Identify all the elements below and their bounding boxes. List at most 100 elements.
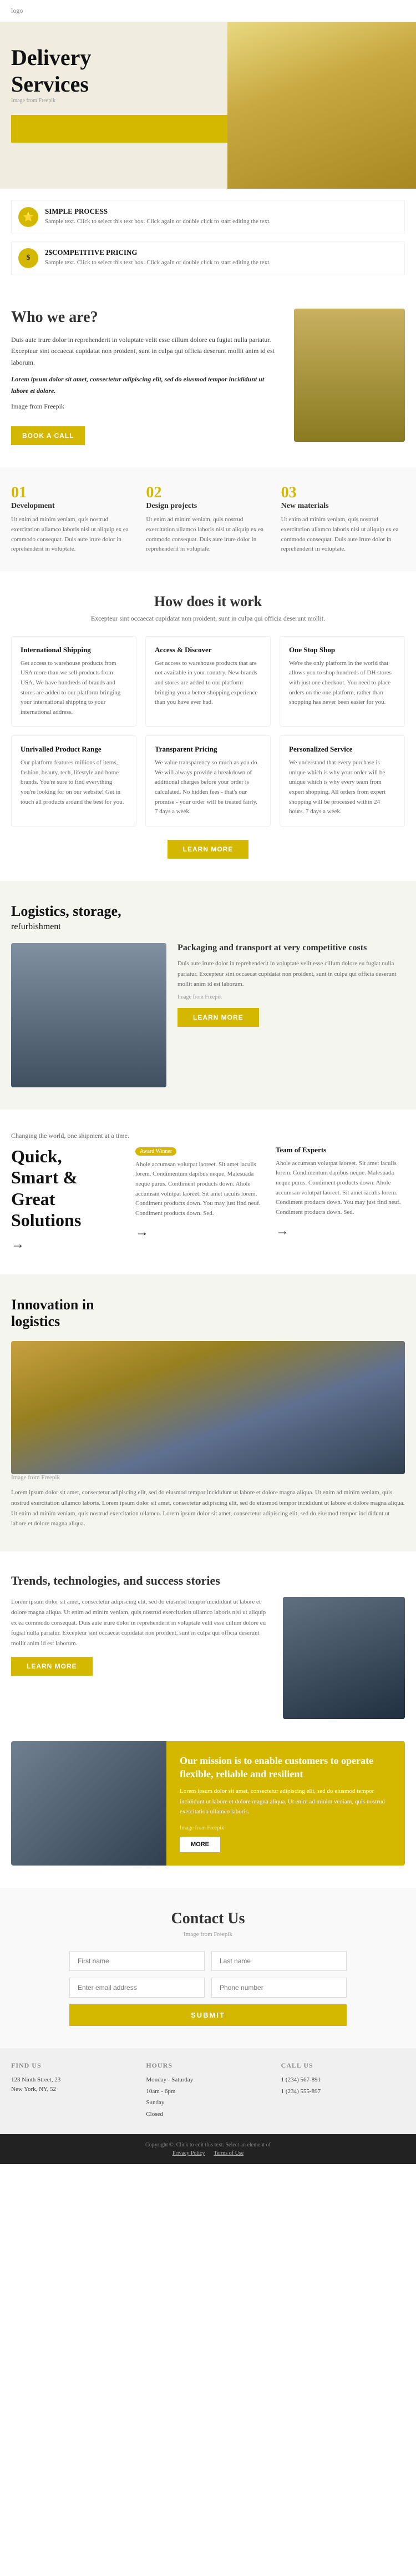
mission-section: Our mission is to enable customers to op… [0, 1741, 416, 1888]
step-title-1: Development [11, 502, 135, 511]
find-us-address: 123 Ninth Street, 23 New York, NY, 52 [11, 2075, 135, 2094]
feature-title-1: SIMPLE PROCESS [45, 207, 271, 216]
phone-1: 1 (234) 567-891 [281, 2075, 405, 2085]
features-panel: ⭐ SIMPLE PROCESS Sample text. Click to s… [0, 189, 416, 286]
privacy-policy-link[interactable]: Privacy Policy [173, 2150, 205, 2156]
logistics-image [11, 943, 166, 1087]
footer: Copyright ©. Click to edit this text. Se… [0, 2134, 416, 2164]
who-section: Who we are? Duis aute irure dolor in rep… [0, 286, 416, 467]
feature-desc-1: Sample text. Click to select this text b… [45, 218, 271, 225]
step-title-3: New materials [281, 502, 405, 511]
mission-content: Our mission is to enable customers to op… [166, 1741, 405, 1866]
submit-button[interactable]: SUBMIT [69, 2004, 347, 2026]
mission-title: Our mission is to enable customers to op… [180, 1755, 392, 1781]
contact-form: SUBMIT [69, 1951, 347, 2026]
simple-process-icon: ⭐ [18, 207, 38, 227]
footer-links: Privacy Policy Terms of Use [11, 2150, 405, 2156]
copyright-text: Copyright ©. Click to edit this text. Se… [11, 2142, 405, 2148]
email-input[interactable] [69, 1978, 205, 1998]
mission-credit: Image from Freepik [180, 1825, 392, 1831]
contact-sub: Image from Freepik [11, 1931, 405, 1938]
innovation-credit: Image from Freepik [11, 1474, 405, 1481]
changing-right: Award Winner Ahole accumsan volutpat lao… [135, 1146, 405, 1241]
logistics-image-credit: Image from Freepik [177, 994, 405, 1000]
logistics-learn-more-button[interactable]: LEARN MORE [177, 1008, 259, 1027]
how-card-title-5: Personalized Service [289, 745, 395, 754]
how-card-desc-5: We understand that every purchase is uni… [289, 758, 395, 817]
feature-title-2: 2$COMPETITIVE PRICING [45, 248, 271, 257]
step-desc-2: Ut enim ad minim veniam, quis nostrud ex… [146, 515, 270, 554]
footer-columns: FIND US 123 Ninth Street, 23 New York, N… [11, 2061, 405, 2121]
changing-col-award: Award Winner Ahole accumsan volutpat lao… [135, 1146, 265, 1241]
find-us-title: FIND US [11, 2061, 135, 2070]
step-num-3: 03 [281, 484, 405, 502]
footer-find-us: FIND US 123 Ninth Street, 23 New York, N… [11, 2061, 135, 2121]
call-title: CALL US [281, 2061, 405, 2070]
last-name-input[interactable] [211, 1951, 347, 1971]
trends-learn-more-button[interactable]: LEARN MORE [11, 1657, 93, 1676]
learn-more-button[interactable]: LEARN MORE [168, 840, 249, 859]
changing-col-desc-1: Ahole accumsan volutpat laoreet. Sit ame… [135, 1160, 265, 1219]
who-highlight: Lorem ipsum dolor sit amet, consectetur … [11, 374, 281, 396]
big-text-2: Smart & [11, 1167, 122, 1188]
arrow-icon-left: → [11, 1237, 122, 1252]
how-card-1: Access & Discover Get access to warehous… [145, 636, 271, 727]
step-3: 03 New materials Ut enim ad minim veniam… [281, 484, 405, 554]
how-card-0: International Shipping Get access to war… [11, 636, 136, 727]
how-card-desc-3: Our platform features millions of items,… [21, 758, 127, 807]
how-btn-wrap: LEARN MORE [11, 840, 405, 859]
steps-section: 01 Development Ut enim ad minim veniam, … [0, 467, 416, 571]
hours-days: Monday - Saturday [146, 2075, 270, 2085]
how-title: How does it work [11, 593, 405, 610]
who-image-inner [294, 309, 405, 442]
big-text-3: Great [11, 1188, 122, 1209]
trends-section: Trends, technologies, and success storie… [0, 1551, 416, 1741]
logistics-subtitle: refurbishment [11, 922, 405, 932]
phone-2: 1 (234) 555-897 [281, 2087, 405, 2096]
how-card-desc-2: We're the only platform in the world tha… [289, 659, 395, 708]
book-call-button[interactable]: BOOK A CALL [11, 426, 85, 445]
pricing-icon: $ [18, 248, 38, 268]
changing-col-title-2: Team of Experts [276, 1146, 405, 1155]
mission-desc: Lorem ipsum dolor sit amet, consectetur … [180, 1786, 392, 1817]
changing-col-team: Team of Experts Ahole accumsan volutpat … [276, 1146, 405, 1241]
mission-more-button[interactable]: MORE [180, 1837, 220, 1852]
how-card-desc-1: Get access to warehouse products that ar… [155, 659, 261, 708]
hero-section: Delivery Services Image from Freepik [0, 22, 416, 189]
logistics-content-title: Packaging and transport at very competit… [177, 943, 405, 953]
step-1: 01 Development Ut enim ad minim veniam, … [11, 484, 135, 554]
logistics-content-desc: Duis aute irure dolor in reprehenderit i… [177, 959, 405, 990]
hours-title: HOURS [146, 2061, 270, 2070]
hero-image [227, 22, 416, 189]
logistics-inner: Packaging and transport at very competit… [11, 943, 405, 1087]
footer-info: FIND US 123 Ninth Street, 23 New York, N… [0, 2048, 416, 2134]
how-card-title-3: Unrivalled Product Range [21, 745, 127, 754]
terms-of-use-link[interactable]: Terms of Use [214, 2150, 243, 2156]
how-card-title-2: One Stop Shop [289, 646, 395, 654]
changing-inner: Quick, Smart & Great Solutions → Award W… [11, 1146, 405, 1253]
changing-col-desc-2: Ahole accumsan volutpat laoreet. Sit ame… [276, 1159, 405, 1218]
innovation-desc: Lorem ipsum dolor sit amet, consectetur … [11, 1488, 405, 1529]
contact-email-row [69, 1978, 347, 1998]
mission-image [11, 1741, 166, 1866]
innovation-section: Innovation in logistics Image from Freep… [0, 1274, 416, 1551]
first-name-input[interactable] [69, 1951, 205, 1971]
feature-pricing: $ 2$COMPETITIVE PRICING Sample text. Cli… [11, 241, 405, 275]
how-cards-grid: International Shipping Get access to war… [11, 636, 405, 826]
how-card-2: One Stop Shop We're the only platform in… [280, 636, 405, 727]
how-card-desc-0: Get access to warehouse products from US… [21, 659, 127, 718]
step-num-1: 01 [11, 484, 135, 502]
step-title-2: Design projects [146, 502, 270, 511]
innovation-title: Innovation in logistics [11, 1297, 405, 1330]
how-section: How does it work Excepteur sint occaecat… [0, 571, 416, 881]
phone-input[interactable] [211, 1978, 347, 1998]
hero-image-credit: Image from Freepik [11, 98, 222, 104]
step-desc-3: Ut enim ad minim veniam, quis nostrud ex… [281, 515, 405, 554]
innovation-image [11, 1341, 405, 1474]
logistics-title: Logistics, storage, [11, 903, 405, 920]
hero-title: Delivery Services [11, 44, 222, 98]
changing-section: Changing the world, one shipment at a ti… [0, 1110, 416, 1275]
steps-grid: 01 Development Ut enim ad minim veniam, … [11, 484, 405, 554]
feature-desc-2: Sample text. Click to select this text b… [45, 259, 271, 266]
contact-title: Contact Us [11, 1910, 405, 1928]
